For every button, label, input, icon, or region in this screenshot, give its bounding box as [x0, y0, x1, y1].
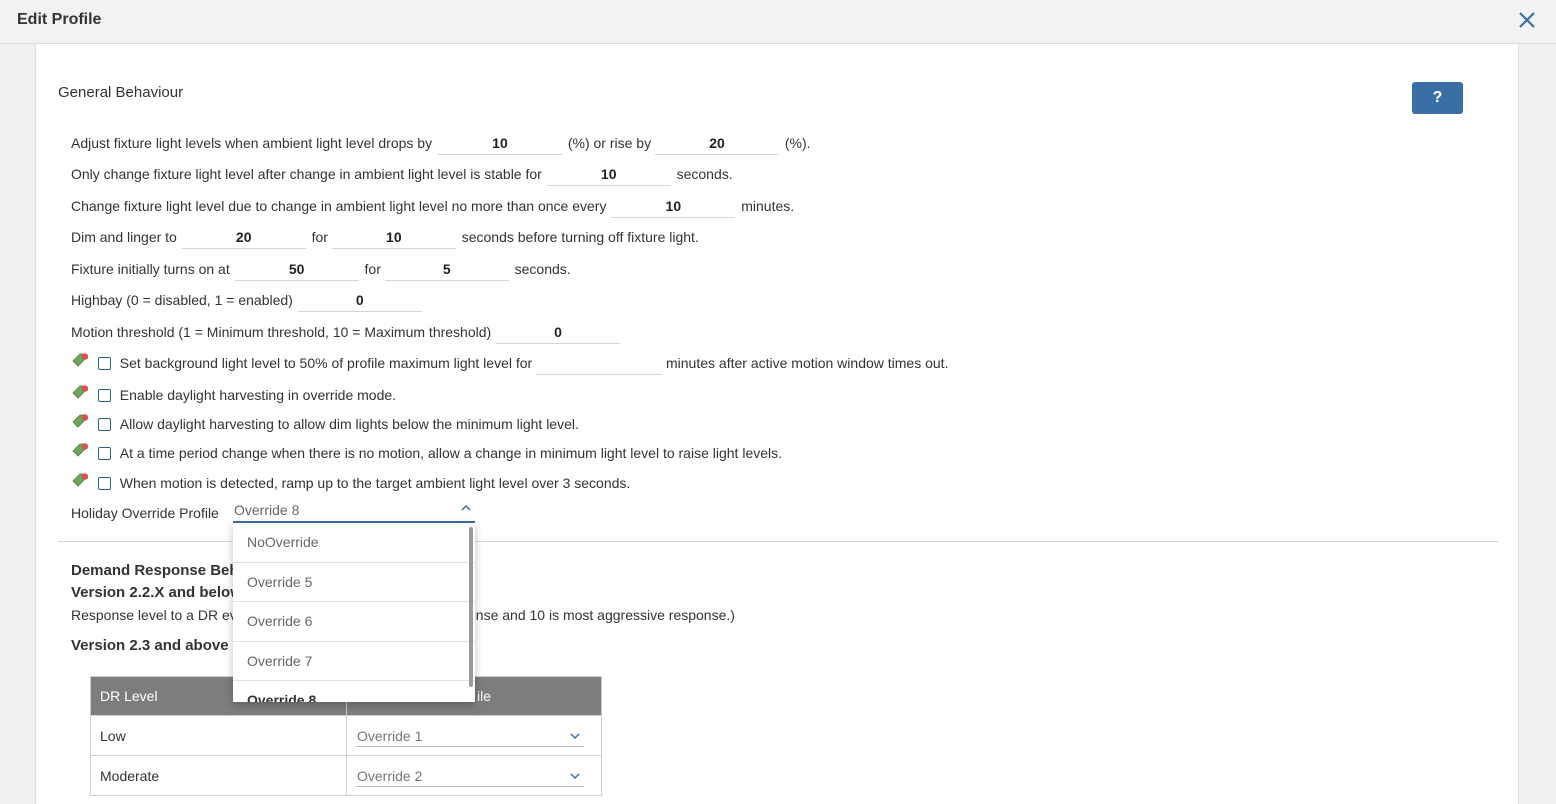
chevron-down-icon	[570, 732, 580, 739]
dim-seconds-input[interactable]	[331, 225, 456, 249]
check-row-ramp: When motion is detected, ramp up to the …	[72, 471, 630, 495]
once-minutes-input[interactable]	[611, 194, 736, 218]
once-row: Change fixture light level due to change…	[71, 194, 794, 218]
motion-threshold-input[interactable]	[496, 320, 621, 344]
highbay-input[interactable]	[297, 288, 422, 312]
tag-alert-icon	[72, 414, 88, 428]
time-period-label: At a time period change when there is no…	[119, 445, 783, 461]
dr-response-text-left: Response level to a DR eve	[71, 607, 245, 623]
chevron-down-icon	[570, 772, 580, 779]
rise-label: (%) or rise by	[567, 135, 652, 151]
dr-level-cell: Moderate	[90, 755, 347, 796]
tag-alert-icon	[72, 443, 88, 457]
demand-response-title: Demand Response Behav	[71, 562, 256, 579]
version-23-title: Version 2.3 and above	[71, 637, 229, 654]
table-row: Moderate Override 2	[90, 755, 602, 796]
dropdown-option-nooverride[interactable]: NoOverride	[233, 523, 475, 563]
minutes-label: minutes.	[741, 198, 795, 214]
profile-panel: General Behaviour ? Adjust fixture light…	[35, 44, 1519, 804]
rise-percent-input[interactable]	[654, 131, 779, 155]
tag-alert-icon	[72, 353, 88, 367]
initial-row: Fixture initially turns on at for second…	[71, 257, 571, 281]
tag-alert-icon	[72, 385, 88, 399]
holiday-override-dropdown: NoOverride Override 5 Override 6 Overrid…	[233, 523, 475, 702]
dropdown-option-override-8[interactable]: Override 8	[233, 681, 475, 702]
holiday-label: Holiday Override Profile	[71, 505, 219, 521]
initial-label: Fixture initially turns on at	[71, 261, 230, 277]
highbay-row: Highbay (0 = disabled, 1 = enabled)	[71, 288, 422, 312]
low-profile-select[interactable]: Override 1	[356, 725, 584, 747]
adjust-row: Adjust fixture light levels when ambient…	[71, 131, 811, 155]
profile-cell: Override 2	[346, 755, 602, 796]
daylight-override-label: Enable daylight harvesting in override m…	[119, 387, 397, 403]
dim-after-label: seconds before turning off fixture light…	[461, 229, 699, 245]
initial-seconds-input[interactable]	[384, 257, 509, 281]
holiday-row: Holiday Override Profile	[71, 501, 219, 525]
drop-percent-input[interactable]	[437, 131, 562, 155]
dr-response-text-right: onse and 10 is most aggressive response.…	[468, 607, 735, 623]
dialog-title: Edit Profile	[17, 11, 102, 28]
initial-level-input[interactable]	[234, 257, 359, 281]
table-row: Low Override 1	[90, 715, 602, 756]
daylight-dim-label: Allow daylight harvesting to allow dim l…	[119, 416, 579, 432]
adjust-label: Adjust fixture light levels when ambient…	[71, 135, 433, 151]
time-period-checkbox[interactable]	[97, 447, 111, 460]
moderate-profile-value: Override 2	[357, 767, 423, 784]
background-after-label: minutes after active motion window times…	[666, 355, 949, 371]
motion-row: Motion threshold (1 = Minimum threshold,…	[71, 320, 621, 344]
stable-row: Only change fixture light level after ch…	[71, 162, 733, 186]
dropdown-option-override-7[interactable]: Override 7	[233, 642, 475, 681]
dialog-titlebar: Edit Profile	[0, 0, 1556, 44]
check-row-daylight-dim: Allow daylight harvesting to allow dim l…	[72, 412, 579, 436]
moderate-profile-select[interactable]: Override 2	[356, 765, 584, 787]
background-label: Set background light level to 50% of pro…	[119, 355, 533, 371]
daylight-dim-checkbox[interactable]	[97, 418, 111, 431]
motion-label: Motion threshold (1 = Minimum threshold,…	[71, 324, 492, 340]
background-minutes-input[interactable]	[536, 351, 663, 375]
low-profile-value: Override 1	[357, 727, 423, 744]
help-button[interactable]: ?	[1412, 82, 1463, 114]
ramp-checkbox[interactable]	[97, 477, 111, 490]
background-checkbox[interactable]	[97, 357, 111, 370]
once-label: Change fixture light level due to change…	[71, 198, 607, 214]
dim-label: Dim and linger to	[71, 229, 177, 245]
check-row-background: Set background light level to 50% of pro…	[72, 351, 948, 375]
daylight-override-checkbox[interactable]	[97, 389, 111, 402]
holiday-override-select[interactable]: Override 8	[233, 499, 475, 523]
stable-label: Only change fixture light level after ch…	[71, 166, 542, 182]
dropdown-scrollbar[interactable]	[469, 527, 473, 687]
dim-level-input[interactable]	[181, 225, 306, 249]
close-icon[interactable]	[1517, 10, 1537, 30]
initial-after-label: seconds.	[514, 261, 571, 277]
version-22-title: Version 2.2.X and below	[71, 584, 242, 601]
stable-seconds-input[interactable]	[546, 162, 671, 186]
profile-cell: Override 1	[346, 715, 602, 756]
percent-label: (%).	[784, 135, 811, 151]
dr-level-cell: Low	[90, 715, 347, 756]
chevron-up-icon	[461, 504, 471, 511]
check-row-time-period: At a time period change when there is no…	[72, 441, 782, 465]
ramp-label: When motion is detected, ramp up to the …	[119, 475, 631, 491]
highbay-label: Highbay (0 = disabled, 1 = enabled)	[71, 292, 293, 308]
check-row-daylight-override: Enable daylight harvesting in override m…	[72, 383, 396, 407]
seconds-label: seconds.	[676, 166, 733, 182]
dropdown-option-override-5[interactable]: Override 5	[233, 563, 475, 602]
dim-row: Dim and linger to for seconds before tur…	[71, 225, 699, 249]
section-title-general: General Behaviour	[58, 84, 184, 101]
dropdown-option-override-6[interactable]: Override 6	[233, 602, 475, 642]
initial-for-label: for	[364, 261, 381, 277]
tag-alert-icon	[72, 473, 88, 487]
holiday-selected-value: Override 8	[234, 502, 300, 518]
dim-for-label: for	[311, 229, 328, 245]
